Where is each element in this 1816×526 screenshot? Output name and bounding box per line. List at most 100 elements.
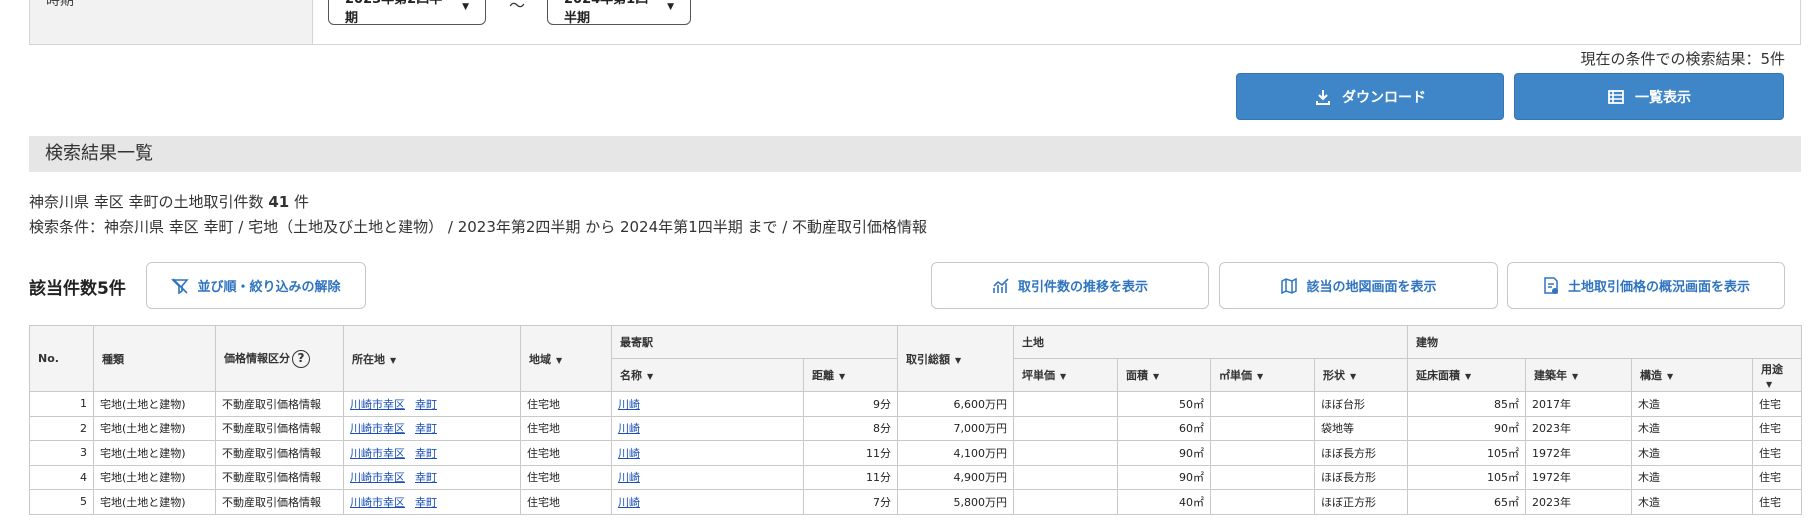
cell-structure: 木造 (1631, 464, 1753, 490)
cell-tsubo (1013, 489, 1118, 515)
period-condition-row: 時期 2023年第2四半期 ▼ ～ 2024年第1四半期 ▼ (29, 0, 1801, 45)
station-link[interactable]: 川崎 (618, 422, 640, 435)
help-icon[interactable]: ? (292, 349, 310, 368)
period-from-select[interactable]: 2023年第2四半期 ▼ (328, 0, 486, 26)
cell-land-area: 60㎡ (1117, 415, 1211, 441)
cell-sqm-price (1210, 415, 1315, 441)
cell-area: 住宅地 (520, 489, 612, 515)
col-distance-label: 距離 (812, 369, 834, 382)
cell-use: 住宅 (1752, 489, 1802, 515)
cell-type: 宅地(土地と建物) (93, 440, 216, 466)
cell-location: 川崎市幸区 幸町 (343, 391, 521, 417)
cell-distance: 8分 (803, 415, 898, 441)
station-link[interactable]: 川崎 (618, 471, 640, 484)
city-link[interactable]: 川崎市幸区 (350, 422, 405, 435)
cell-location: 川崎市幸区 幸町 (343, 440, 521, 466)
city-link[interactable]: 川崎市幸区 (350, 398, 405, 411)
cell-use: 住宅 (1752, 464, 1802, 490)
group-building: 建物 (1407, 325, 1802, 359)
col-shape-label: 形状 (1323, 369, 1345, 382)
cell-use: 住宅 (1752, 391, 1802, 417)
sort-icon: ▼ (1766, 379, 1773, 389)
col-floor-area[interactable]: 延床面積 ▼ (1407, 358, 1526, 392)
overview-label: 土地取引価格の概況画面を表示 (1567, 280, 1750, 295)
col-price-class-label: 価格情報区分 (224, 351, 290, 365)
cell-shape: ほぼ正方形 (1314, 489, 1408, 515)
col-distance[interactable]: 距離 ▼ (803, 358, 898, 392)
sort-icon: ▼ (955, 355, 962, 365)
cell-distance: 11分 (803, 464, 898, 490)
chart-icon (993, 277, 1009, 293)
sort-icon: ▼ (1257, 372, 1264, 381)
sort-icon: ▼ (1465, 372, 1472, 381)
col-station-name[interactable]: 名称 ▼ (611, 358, 804, 392)
col-land-area[interactable]: 面積 ▼ (1117, 358, 1211, 392)
town-link[interactable]: 幸町 (415, 422, 437, 435)
sort-icon: ▼ (1572, 372, 1579, 381)
cell-sqm-price (1210, 464, 1315, 490)
cell-shape: ほぼ長方形 (1314, 440, 1408, 466)
cell-type: 宅地(土地と建物) (93, 391, 216, 417)
cell-price-class: 不動産取引価格情報 (215, 415, 344, 441)
download-button[interactable]: ダウンロード (1236, 73, 1504, 120)
cell-total: 4,100万円 (897, 440, 1014, 466)
cell-station: 川崎 (611, 489, 804, 515)
table-row: 5 宅地(土地と建物) 不動産取引価格情報 川崎市幸区 幸町 住宅地 川崎 7分 5,800万円… (29, 489, 1802, 515)
cell-location: 川崎市幸区 幸町 (343, 489, 521, 515)
cell-sqm-price (1210, 440, 1315, 466)
cell-shape: ほぼ台形 (1314, 391, 1408, 417)
station-link[interactable]: 川崎 (618, 398, 640, 411)
town-link[interactable]: 幸町 (415, 447, 437, 460)
period-from-value: 2023年第2四半期 (345, 0, 442, 26)
map-button[interactable]: 該当の地図画面を表示 (1219, 262, 1498, 309)
info-count: 41 (268, 193, 290, 211)
hit-count: 該当件数5件 (29, 279, 126, 299)
col-use[interactable]: 用途 ▼ (1752, 358, 1802, 392)
town-link[interactable]: 幸町 (415, 398, 437, 411)
col-sqm-price[interactable]: ㎡単価 ▼ (1210, 358, 1315, 392)
table-row: 2 宅地(土地と建物) 不動産取引価格情報 川崎市幸区 幸町 住宅地 川崎 8分 7,000万円… (29, 415, 1802, 441)
period-to-select[interactable]: 2024年第1四半期 ▼ (547, 0, 691, 26)
table-icon (1608, 89, 1624, 104)
cell-total: 6,600万円 (897, 391, 1014, 417)
sort-icon: ▼ (556, 355, 563, 365)
city-link[interactable]: 川崎市幸区 (350, 447, 405, 460)
cell-structure: 木造 (1631, 391, 1753, 417)
col-location[interactable]: 所在地 ▼ (343, 325, 521, 392)
col-use-label: 用途 (1761, 362, 1783, 376)
cell-location: 川崎市幸区 幸町 (343, 464, 521, 490)
list-view-button[interactable]: 一覧表示 (1514, 73, 1784, 120)
cell-station: 川崎 (611, 440, 804, 466)
col-station-name-label: 名称 (620, 369, 642, 382)
period-label: 時期 (30, 0, 313, 44)
col-price-class: 価格情報区分? (215, 325, 344, 392)
cell-tsubo (1013, 391, 1118, 417)
city-link[interactable]: 川崎市幸区 (350, 471, 405, 484)
city-link[interactable]: 川崎市幸区 (350, 496, 405, 509)
cell-floor-area: 90㎡ (1407, 415, 1526, 441)
cell-price-class: 不動産取引価格情報 (215, 440, 344, 466)
col-built[interactable]: 建築年 ▼ (1525, 358, 1632, 392)
overview-button[interactable]: 土地取引価格の概況画面を表示 (1507, 262, 1785, 309)
cell-built: 2023年 (1525, 489, 1632, 515)
col-no: No. (29, 325, 94, 392)
col-shape[interactable]: 形状 ▼ (1314, 358, 1408, 392)
col-area[interactable]: 地域 ▼ (520, 325, 612, 392)
trend-button[interactable]: 取引件数の推移を表示 (931, 262, 1209, 309)
map-icon (1281, 277, 1298, 294)
station-link[interactable]: 川崎 (618, 447, 640, 460)
cell-tsubo (1013, 464, 1118, 490)
station-link[interactable]: 川崎 (618, 496, 640, 509)
town-link[interactable]: 幸町 (415, 496, 437, 509)
col-total[interactable]: 取引総額 ▼ (897, 325, 1014, 392)
table-row: 4 宅地(土地と建物) 不動産取引価格情報 川崎市幸区 幸町 住宅地 川崎 11分 4,900万… (29, 464, 1802, 490)
transaction-count-info: 神奈川県 幸区 幸町の土地取引件数 41 件 (29, 191, 309, 212)
col-structure[interactable]: 構造 ▼ (1631, 358, 1753, 392)
list-view-label: 一覧表示 (1635, 89, 1691, 106)
cell-station: 川崎 (611, 464, 804, 490)
col-tsubo[interactable]: 坪単価 ▼ (1013, 358, 1118, 392)
clear-filter-button[interactable]: 並び順・絞り込みの解除 (146, 262, 366, 309)
trend-label: 取引件数の推移を表示 (1017, 280, 1148, 295)
sort-icon: ▼ (647, 372, 654, 381)
town-link[interactable]: 幸町 (415, 471, 437, 484)
